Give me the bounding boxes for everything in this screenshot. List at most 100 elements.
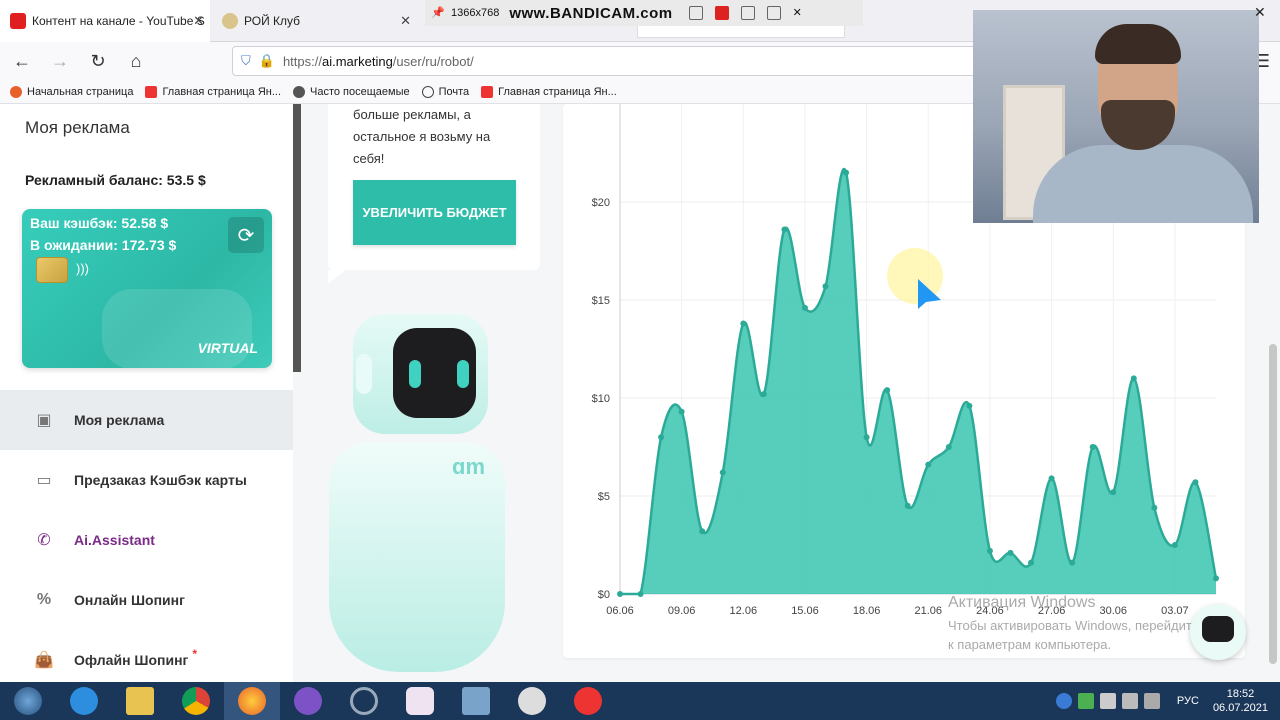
robot-ear — [356, 354, 372, 394]
check-icon[interactable] — [1077, 693, 1094, 709]
flag-icon[interactable] — [1099, 693, 1116, 709]
windows-taskbar: РУС 18:52 06.07.2021 — [0, 682, 1280, 720]
close-icon[interactable]: ✕ — [793, 6, 807, 20]
sidebar: Моя реклама Рекламный баланс: 53.5 $ Ваш… — [0, 104, 293, 682]
speech-bubble-tail — [328, 270, 346, 284]
data-point — [1069, 559, 1076, 566]
taskbar-ie[interactable] — [56, 682, 112, 720]
yandex-icon — [145, 85, 158, 98]
sidebar-item-label: Моя реклама — [74, 412, 165, 428]
badge-icon: ▣ — [36, 412, 52, 429]
taskbar-app[interactable] — [504, 682, 560, 720]
y-tick-label: $10 — [592, 393, 610, 405]
taskbar-app[interactable] — [392, 682, 448, 720]
system-tray: РУС 18:52 06.07.2021 — [1053, 682, 1280, 720]
webcam-person-hair — [1095, 24, 1181, 64]
data-point — [1171, 542, 1178, 548]
contactless-icon: ))) — [76, 261, 89, 276]
data-point — [781, 226, 788, 233]
x-tick-label: 15.06 — [791, 605, 819, 617]
bookmark-item[interactable]: Начальная страница — [10, 85, 134, 98]
url-path: /user/ru/robot/ — [392, 53, 474, 69]
address-bar[interactable]: ⛉ 🔒 https://ai.marketing/user/ru/robot/ — [232, 46, 992, 76]
webcam-overlay — [973, 10, 1259, 223]
x-tick-label: 18.06 — [853, 605, 881, 617]
bookmark-item[interactable]: Почта — [421, 85, 470, 98]
record-icon[interactable] — [714, 6, 729, 20]
folder-icon[interactable] — [688, 6, 703, 20]
tab-youtube[interactable]: Контент на канале - YouTube S ✕ — [0, 0, 210, 42]
close-icon[interactable]: ✕ — [1254, 4, 1266, 21]
back-icon[interactable]: ← — [6, 45, 38, 77]
recorder-brand: www.BANDICAM.com — [509, 4, 673, 22]
close-icon[interactable]: ✕ — [400, 13, 411, 29]
robot-logo: ɑm — [452, 454, 485, 479]
bookmark-item[interactable]: Главная страница Ян... — [145, 85, 282, 98]
tab-roi-club[interactable]: РОЙ Клуб ✕ — [212, 0, 417, 42]
pin-icon[interactable]: 📌 — [431, 6, 445, 20]
data-point — [699, 528, 706, 535]
close-icon[interactable]: ✕ — [193, 13, 204, 29]
home-icon[interactable]: ⌂ — [120, 45, 152, 77]
taskbar-explorer[interactable] — [112, 682, 168, 720]
app-icon — [406, 687, 434, 715]
taskbar-app[interactable] — [336, 682, 392, 720]
sidebar-scrollbar[interactable] — [293, 104, 301, 372]
data-point — [884, 387, 891, 394]
start-button[interactable] — [0, 682, 56, 720]
sidebar-item-offline-shopping[interactable]: 👜 Офлайн Шопинг * — [0, 630, 293, 682]
discount-icon: % — [36, 591, 52, 608]
assistant-chat-button[interactable] — [1190, 604, 1246, 660]
y-tick-label: $15 — [592, 295, 610, 307]
gear-icon — [293, 85, 306, 98]
taskbar-chrome[interactable] — [168, 682, 224, 720]
reload-icon[interactable]: ↻ — [82, 45, 114, 77]
taskbar-yandex[interactable] — [560, 682, 616, 720]
network-icon[interactable] — [1121, 693, 1138, 709]
clock[interactable]: 18:52 06.07.2021 — [1213, 687, 1268, 715]
youtube-icon — [10, 13, 26, 29]
shield-icon: ⛉ — [241, 53, 251, 68]
data-point — [760, 391, 767, 398]
data-point — [1213, 575, 1219, 582]
refresh-icon[interactable]: ⟳ — [228, 217, 264, 253]
pencil-icon[interactable] — [766, 6, 781, 20]
sidebar-item-ai-assistant[interactable]: ✆ Ai.Assistant — [0, 510, 293, 570]
data-point — [1048, 475, 1055, 482]
data-point — [801, 304, 808, 311]
language-indicator[interactable]: РУС — [1177, 695, 1199, 707]
taskbar-viber[interactable] — [280, 682, 336, 720]
data-point — [740, 320, 747, 327]
sidebar-item-label: Офлайн Шопинг — [74, 652, 189, 668]
forward-icon[interactable]: → — [44, 45, 76, 77]
globe-icon — [421, 85, 434, 98]
bookmark-label: Почта — [438, 85, 470, 98]
sidebar-item-label: Предзаказ Кэшбэк карты — [74, 472, 247, 488]
page-scrollbar[interactable] — [1269, 344, 1277, 664]
sidebar-item-online-shopping[interactable]: % Онлайн Шопинг — [0, 570, 293, 630]
screen: Контент на канале - YouTube S ✕ РОЙ Клуб… — [0, 0, 1280, 720]
new-star: * — [192, 647, 198, 661]
windows-logo-icon — [14, 687, 42, 715]
bookmark-item[interactable]: Главная страница Ян... — [481, 85, 617, 98]
volume-icon[interactable] — [1143, 693, 1160, 709]
bookmark-label: Главная страница Ян... — [498, 85, 617, 98]
increase-budget-button[interactable]: УВЕЛИЧИТЬ БЮДЖЕТ — [353, 180, 516, 245]
bookmark-label: Начальная страница — [27, 85, 134, 98]
sidebar-item-card-preorder[interactable]: ▭ Предзаказ Кэшбэк карты — [0, 450, 293, 510]
yandex-icon — [481, 85, 494, 98]
chrome-icon — [182, 687, 210, 715]
bookmark-item[interactable]: Часто посещаемые — [293, 85, 410, 98]
sidebar-item-label: Ai.Assistant — [74, 532, 155, 548]
x-tick-label: 21.06 — [915, 605, 943, 617]
bookmark-label: Главная страница Ян... — [162, 85, 282, 98]
robot-eye — [457, 360, 469, 388]
taskbar-firefox[interactable] — [224, 682, 280, 720]
camera-icon[interactable] — [740, 6, 755, 20]
y-tick-label: $20 — [592, 197, 610, 209]
taskbar-calculator[interactable] — [448, 682, 504, 720]
help-icon[interactable] — [1055, 693, 1072, 709]
sidebar-item-my-ads[interactable]: ▣ Моя реклама — [0, 390, 293, 450]
data-point — [1151, 504, 1158, 511]
bag-icon: 👜 — [34, 652, 54, 669]
